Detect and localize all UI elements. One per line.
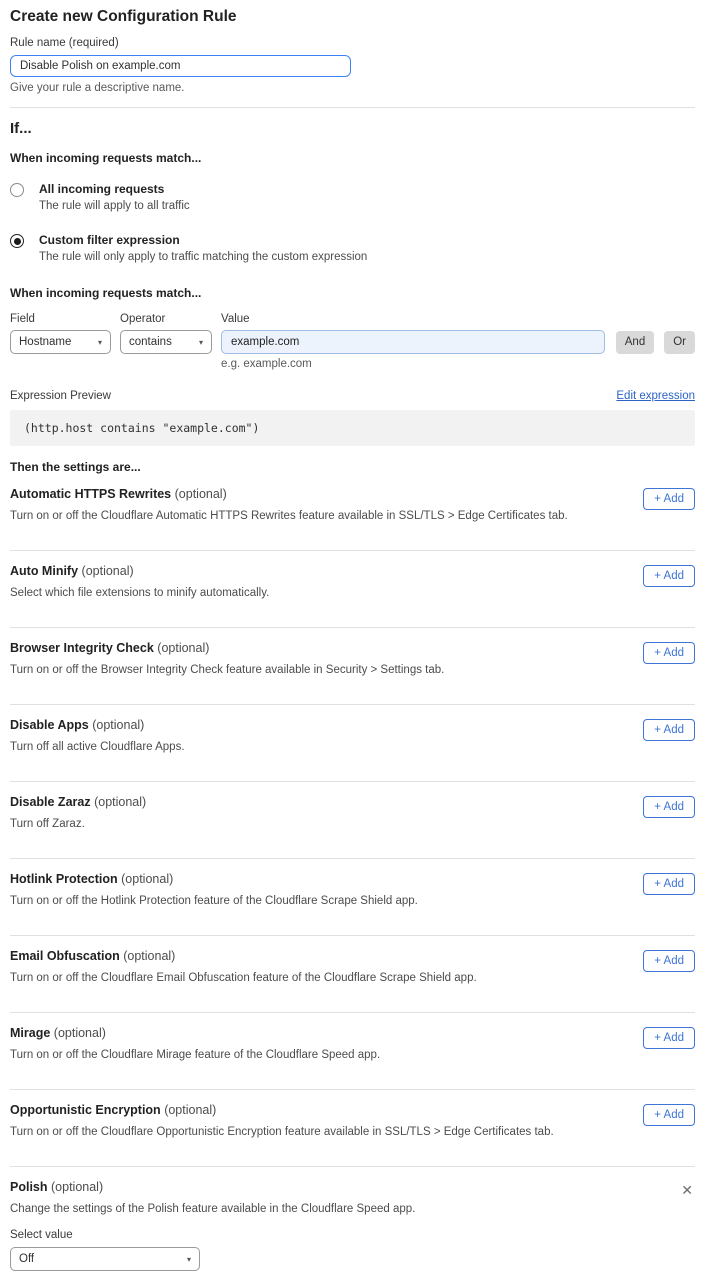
operator-column-label: Operator xyxy=(120,313,221,325)
radio-all-incoming-requests[interactable]: All incoming requests The rule will appl… xyxy=(10,182,695,213)
optional-label: (optional) xyxy=(54,1026,106,1040)
optional-label: (optional) xyxy=(94,795,146,809)
setting-name: Polish xyxy=(10,1180,48,1194)
add-button[interactable]: + Add xyxy=(643,642,695,664)
setting-description: Turn off all active Cloudflare Apps. xyxy=(10,740,185,754)
rule-name-help: Give your rule a descriptive name. xyxy=(10,81,695,95)
add-button[interactable]: + Add xyxy=(643,565,695,587)
polish-select-value: Off xyxy=(19,1253,34,1265)
radio-unselected-icon[interactable] xyxy=(10,183,24,197)
radio-label: All incoming requests xyxy=(39,182,190,196)
optional-label: (optional) xyxy=(82,564,134,578)
setting-description: Select which file extensions to minify a… xyxy=(10,586,269,600)
rule-name-label: Rule name (required) xyxy=(10,36,695,50)
setting-description: Turn off Zaraz. xyxy=(10,817,146,831)
radio-selected-icon[interactable] xyxy=(10,234,24,248)
expression-preview-header: Expression Preview Edit expression xyxy=(10,390,695,402)
setting-hotlink-protection: Hotlink Protection (optional) Turn on or… xyxy=(10,859,695,936)
settings-list: Automatic HTTPS Rewrites (optional) Turn… xyxy=(10,474,695,1271)
rule-name-input[interactable] xyxy=(10,55,351,77)
close-icon[interactable]: ✕ xyxy=(679,1181,695,1199)
optional-label: (optional) xyxy=(164,1103,216,1117)
setting-mirage: Mirage (optional) Turn on or off the Clo… xyxy=(10,1013,695,1090)
add-button[interactable]: + Add xyxy=(643,1027,695,1049)
if-heading: If... xyxy=(10,120,695,138)
setting-name: Opportunistic Encryption xyxy=(10,1103,161,1117)
chevron-down-icon: ▾ xyxy=(98,338,102,347)
setting-name: Disable Zaraz xyxy=(10,795,91,809)
setting-description: Turn on or off the Cloudflare Email Obfu… xyxy=(10,971,477,985)
operator-select-value: contains xyxy=(129,336,172,348)
setting-automatic-https-rewrites: Automatic HTTPS Rewrites (optional) Turn… xyxy=(10,474,695,551)
setting-name: Disable Apps xyxy=(10,718,89,732)
radio-label: Custom filter expression xyxy=(39,233,367,247)
setting-description: Turn on or off the Hotlink Protection fe… xyxy=(10,894,418,908)
setting-description: Turn on or off the Cloudflare Mirage fea… xyxy=(10,1048,380,1062)
expression-builder-row: Hostname ▾ contains ▾ And Or xyxy=(10,330,695,354)
setting-description: Turn on or off the Cloudflare Opportunis… xyxy=(10,1125,554,1139)
add-button[interactable]: + Add xyxy=(643,950,695,972)
polish-value-select[interactable]: Off ▾ xyxy=(10,1247,200,1271)
select-value-label: Select value xyxy=(10,1228,679,1242)
setting-description: Turn on or off the Browser Integrity Che… xyxy=(10,663,444,677)
optional-label: (optional) xyxy=(51,1180,103,1194)
builder-heading: When incoming requests match... xyxy=(10,286,695,301)
operator-select[interactable]: contains ▾ xyxy=(120,330,212,354)
setting-name: Email Obfuscation xyxy=(10,949,120,963)
setting-name: Auto Minify xyxy=(10,564,78,578)
edit-expression-link[interactable]: Edit expression xyxy=(616,390,695,402)
setting-name: Hotlink Protection xyxy=(10,872,118,886)
setting-description: Change the settings of the Polish featur… xyxy=(10,1202,679,1216)
value-input[interactable] xyxy=(221,330,605,354)
setting-disable-apps: Disable Apps (optional) Turn off all act… xyxy=(10,705,695,782)
add-button[interactable]: + Add xyxy=(643,873,695,895)
field-column-label: Field xyxy=(10,313,120,325)
field-select-value: Hostname xyxy=(19,336,71,348)
optional-label: (optional) xyxy=(123,949,175,963)
add-button[interactable]: + Add xyxy=(643,1104,695,1126)
page-title: Create new Configuration Rule xyxy=(10,7,695,26)
match-type-radio-group: All incoming requests The rule will appl… xyxy=(10,182,695,264)
add-button[interactable]: + Add xyxy=(643,796,695,818)
radio-custom-filter-expression[interactable]: Custom filter expression The rule will o… xyxy=(10,233,695,264)
and-button[interactable]: And xyxy=(616,331,654,354)
optional-label: (optional) xyxy=(175,487,227,501)
section-divider xyxy=(10,107,695,108)
setting-name: Automatic HTTPS Rewrites xyxy=(10,487,171,501)
radio-description: The rule will apply to all traffic xyxy=(39,199,190,213)
add-button[interactable]: + Add xyxy=(643,488,695,510)
setting-description: Turn on or off the Cloudflare Automatic … xyxy=(10,509,568,523)
builder-column-labels: Field Operator Value xyxy=(10,313,695,325)
setting-opportunistic-encryption: Opportunistic Encryption (optional) Turn… xyxy=(10,1090,695,1167)
radio-description: The rule will only apply to traffic matc… xyxy=(39,250,367,264)
chevron-down-icon: ▾ xyxy=(199,338,203,347)
setting-auto-minify: Auto Minify (optional) Select which file… xyxy=(10,551,695,628)
incoming-match-label: When incoming requests match... xyxy=(10,151,695,166)
setting-browser-integrity-check: Browser Integrity Check (optional) Turn … xyxy=(10,628,695,705)
or-button[interactable]: Or xyxy=(664,331,695,354)
optional-label: (optional) xyxy=(92,718,144,732)
optional-label: (optional) xyxy=(157,641,209,655)
setting-disable-zaraz: Disable Zaraz (optional) Turn off Zaraz.… xyxy=(10,782,695,859)
expression-preview-label: Expression Preview xyxy=(10,390,111,402)
setting-polish: Polish (optional) Change the settings of… xyxy=(10,1167,695,1271)
then-settings-heading: Then the settings are... xyxy=(10,460,695,474)
expression-preview-code: (http.host contains "example.com") xyxy=(10,410,695,446)
setting-name: Browser Integrity Check xyxy=(10,641,154,655)
value-column-label: Value xyxy=(221,313,250,325)
value-help-text: e.g. example.com xyxy=(221,358,695,370)
chevron-down-icon: ▾ xyxy=(187,1255,191,1264)
setting-name: Mirage xyxy=(10,1026,50,1040)
setting-email-obfuscation: Email Obfuscation (optional) Turn on or … xyxy=(10,936,695,1013)
add-button[interactable]: + Add xyxy=(643,719,695,741)
field-select[interactable]: Hostname ▾ xyxy=(10,330,111,354)
optional-label: (optional) xyxy=(121,872,173,886)
